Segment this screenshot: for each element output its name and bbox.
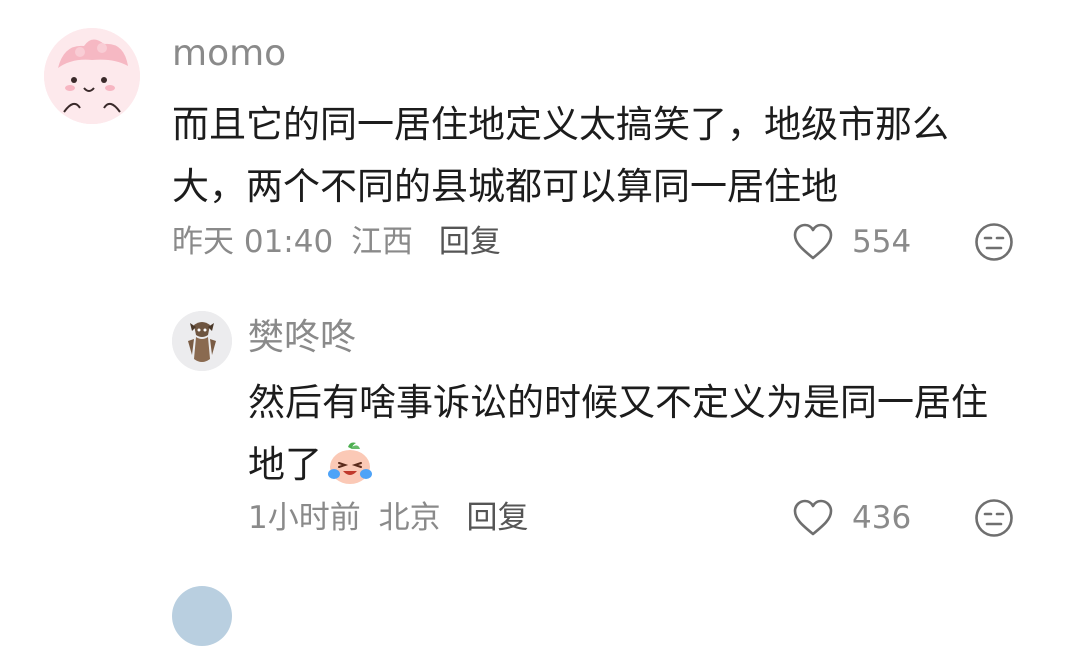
username[interactable]: momo	[172, 32, 286, 76]
reply-button[interactable]: 回复	[439, 222, 501, 262]
like-count: 554	[852, 224, 912, 260]
reply-meta: 1小时前 北京 回复	[248, 498, 528, 538]
neutral-face-icon	[975, 223, 1013, 261]
comment-location: 江西	[351, 224, 414, 260]
heart-icon	[793, 223, 833, 260]
reply-text[interactable]: 然后有啥事诉讼的时候又不定义为是同一居住地了	[248, 372, 1018, 504]
like-button[interactable]: 436	[792, 496, 911, 540]
reply-button[interactable]: 回复	[466, 498, 528, 538]
reply-location: 北京	[378, 500, 441, 536]
comment-time: 昨天 01:40	[172, 224, 334, 260]
pink-cartoon-avatar-icon	[44, 28, 140, 124]
dislike-button[interactable]	[974, 498, 1014, 542]
crying-laughing-emoji-icon	[326, 441, 374, 504]
username[interactable]: 樊咚咚	[248, 316, 356, 360]
avatar[interactable]	[172, 311, 232, 371]
avatar[interactable]	[44, 28, 140, 124]
avatar[interactable]	[172, 586, 232, 646]
cartoon-dog-avatar-icon	[172, 311, 232, 371]
like-button[interactable]: 554	[792, 220, 911, 264]
comment-text[interactable]: 而且它的同一居住地定义太搞笑了，地级市那么大，两个不同的县城都可以算同一居住地	[172, 94, 1022, 218]
heart-icon	[793, 499, 833, 536]
reply-time: 1小时前	[248, 500, 361, 536]
neutral-face-icon	[975, 499, 1013, 537]
dislike-button[interactable]	[974, 222, 1014, 266]
reply-item: 樊咚咚 然后有啥事诉讼的时候又不定义为是同一居住地了 1小时前 北京 回复 43…	[0, 290, 1079, 550]
comment-meta: 昨天 01:40 江西 回复	[172, 222, 501, 262]
like-count: 436	[852, 500, 912, 536]
comment-item: momo 而且它的同一居住地定义太搞笑了，地级市那么大，两个不同的县城都可以算同…	[0, 0, 1079, 290]
